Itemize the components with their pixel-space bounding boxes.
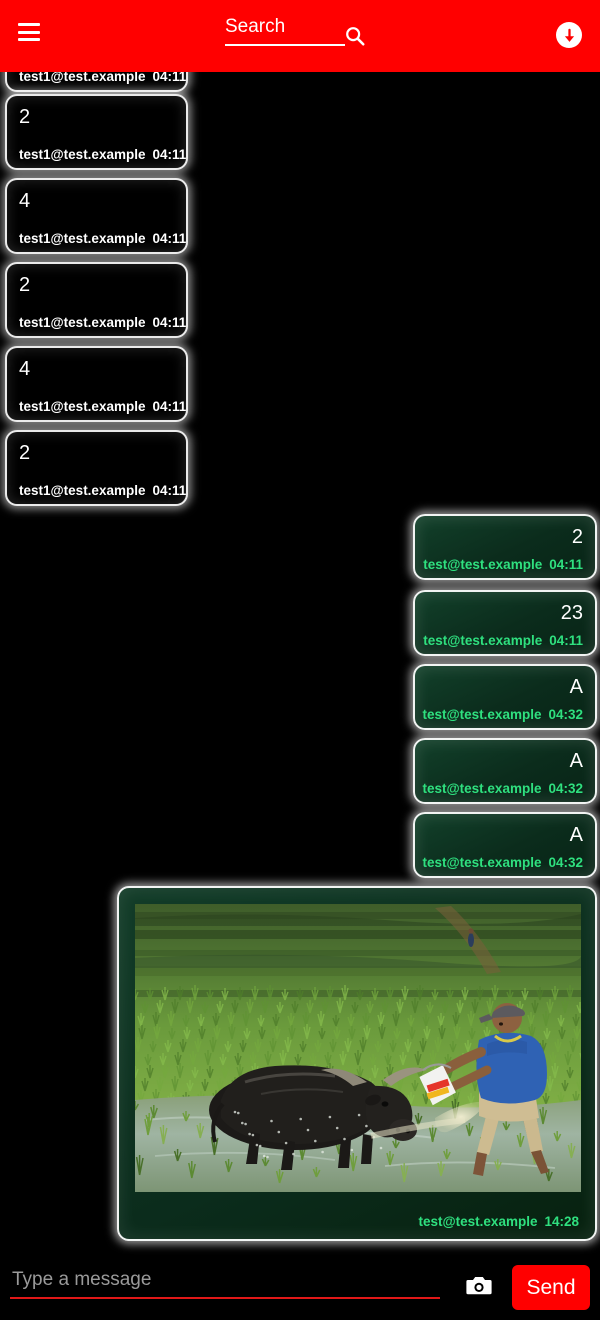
- message-row: 4 test1@test.example 04:11: [0, 346, 600, 422]
- hamburger-menu-icon[interactable]: [18, 23, 40, 41]
- message-bubble[interactable]: 23 test@test.example 04:11: [413, 590, 597, 656]
- message-text: 2: [19, 106, 31, 128]
- message-bubble[interactable]: 2 test1@test.example 04:11: [5, 94, 188, 170]
- message-text: 2: [571, 526, 583, 548]
- message-text: 4: [19, 358, 31, 380]
- search-input[interactable]: [225, 16, 345, 46]
- message-meta: test@test.example 04:11: [423, 557, 583, 572]
- message-sender: test@test.example: [418, 1214, 538, 1229]
- image-message-bubble[interactable]: test@test.example 14:28: [117, 886, 597, 1241]
- message-bubble[interactable]: test1@test.example 04:11: [5, 72, 188, 92]
- app-header: [0, 0, 600, 72]
- search-icon[interactable]: [344, 25, 366, 47]
- message-time: 04:32: [548, 855, 583, 870]
- send-button[interactable]: Send: [512, 1265, 590, 1310]
- message-photo[interactable]: [135, 904, 581, 1192]
- message-text: 4: [19, 190, 31, 212]
- message-time: 04:11: [152, 399, 187, 414]
- message-time: 04:11: [152, 72, 187, 84]
- message-sender: test@test.example: [422, 781, 542, 796]
- message-bubble[interactable]: 2 test@test.example 04:11: [413, 514, 597, 580]
- message-meta: test1@test.example 04:11: [19, 147, 186, 162]
- message-meta: test1@test.example 04:11: [19, 399, 186, 414]
- message-row: 4 test1@test.example 04:11: [0, 178, 600, 254]
- message-sender: test@test.example: [423, 557, 543, 572]
- message-row: test@test.example 14:28: [0, 886, 600, 1241]
- search-field-wrapper: [225, 16, 345, 46]
- message-composer: Send: [0, 1255, 600, 1320]
- message-meta: test1@test.example 04:11: [19, 483, 186, 498]
- message-text: A: [569, 824, 583, 846]
- message-meta: test@test.example 04:11: [423, 633, 583, 648]
- message-sender: test1@test.example: [19, 483, 146, 498]
- message-time: 04:32: [548, 781, 583, 796]
- message-text: 2: [19, 274, 31, 296]
- message-bubble[interactable]: 2 test1@test.example 04:11: [5, 430, 188, 506]
- message-sender: test1@test.example: [19, 72, 146, 84]
- message-time: 04:11: [152, 147, 187, 162]
- chat-app: test1@test.example 04:11 2 test1@test.examp…: [0, 0, 600, 1320]
- message-bubble[interactable]: Atest@test.example 04:32: [413, 812, 597, 878]
- message-meta: test@test.example 14:28: [419, 1214, 580, 1229]
- message-time: 04:11: [549, 557, 583, 572]
- message-meta: test@test.example 04:32: [423, 781, 584, 796]
- message-time: 04:32: [548, 707, 583, 722]
- message-time: 14:28: [544, 1214, 579, 1229]
- message-bubble[interactable]: 4 test1@test.example 04:11: [5, 346, 188, 422]
- message-time: 04:11: [152, 231, 187, 246]
- message-sender: test1@test.example: [19, 315, 146, 330]
- message-meta: test@test.example 04:32: [423, 855, 584, 870]
- camera-icon[interactable]: [466, 1274, 492, 1296]
- message-sender: test@test.example: [422, 855, 542, 870]
- arrow-down-circle-icon[interactable]: [556, 22, 582, 48]
- message-text: 2: [19, 442, 31, 464]
- message-text: A: [569, 676, 583, 698]
- message-bubble[interactable]: Atest@test.example 04:32: [413, 664, 597, 730]
- message-input[interactable]: [10, 1269, 440, 1299]
- message-sender: test1@test.example: [19, 231, 146, 246]
- message-row: Atest@test.example 04:32: [0, 812, 600, 878]
- message-time: 04:11: [152, 483, 187, 498]
- message-sender: test1@test.example: [19, 147, 146, 162]
- message-time: 04:11: [152, 315, 187, 330]
- message-time: 04:11: [549, 633, 583, 648]
- message-row: 2 test1@test.example 04:11: [0, 262, 600, 338]
- message-row: 2 test@test.example 04:11: [0, 514, 600, 580]
- message-meta: test1@test.example 04:11: [19, 72, 186, 84]
- message-row: 23 test@test.example 04:11: [0, 590, 600, 656]
- message-meta: test1@test.example 04:11: [19, 231, 186, 246]
- message-text: A: [569, 750, 583, 772]
- message-meta: test@test.example 04:32: [423, 707, 584, 722]
- message-row: 2 test1@test.example 04:11: [0, 94, 600, 170]
- message-sender: test@test.example: [422, 707, 542, 722]
- message-row: Atest@test.example 04:32: [0, 738, 600, 804]
- message-row: 2 test1@test.example 04:11: [0, 430, 600, 506]
- message-meta: test1@test.example 04:11: [19, 315, 186, 330]
- message-row: Atest@test.example 04:32: [0, 664, 600, 730]
- message-sender: test1@test.example: [19, 399, 146, 414]
- message-text: 23: [560, 602, 583, 624]
- message-list[interactable]: test1@test.example 04:11 2 test1@test.examp…: [0, 72, 600, 1255]
- message-bubble[interactable]: Atest@test.example 04:32: [413, 738, 597, 804]
- message-row: test1@test.example 04:11: [0, 72, 600, 92]
- message-sender: test@test.example: [423, 633, 543, 648]
- message-bubble[interactable]: 2 test1@test.example 04:11: [5, 262, 188, 338]
- message-bubble[interactable]: 4 test1@test.example 04:11: [5, 178, 188, 254]
